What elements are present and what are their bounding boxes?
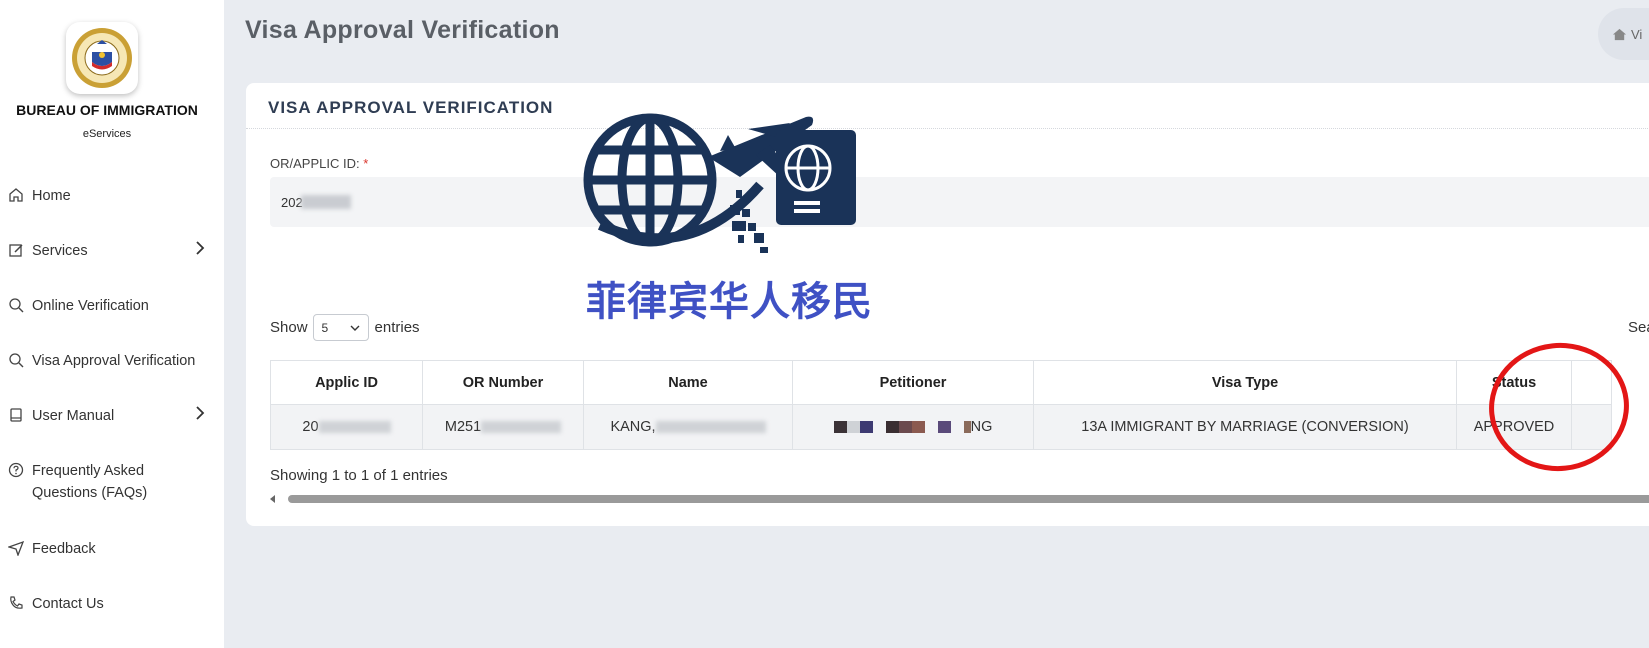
sidebar-item-services[interactable]: Services [8,240,214,262]
chevron-right-icon[interactable] [194,240,206,256]
search-icon [9,298,24,313]
column-header-petitioner[interactable]: Petitioner [792,360,1034,405]
column-header-visa-type[interactable]: Visa Type [1033,360,1457,405]
redacted-pixel [911,421,925,434]
petitioner-text: NG [970,419,993,435]
redacted-pixel [898,421,912,434]
book-icon [10,408,22,422]
column-header-or-number[interactable]: OR Number [422,360,584,405]
sidebar-item-home[interactable]: Home [8,185,214,207]
phone-icon [10,596,23,609]
sidebar-item-label: Feedback [32,541,96,557]
applic-id-text: 20 [302,419,319,435]
sidebar-item-label: Contact Us [32,596,104,612]
redacted-pixel [924,421,938,434]
entries-label: entries [374,319,420,336]
sidebar-item-visa-approval-verification[interactable]: Visa Approval Verification [8,350,214,372]
table-header-row: Applic ID OR Number Name Petitioner Visa… [270,360,1612,405]
cell-petitioner: NG [792,404,1034,450]
table-row: 20 M251 KANG, NG 13A IMMIGRANT BY MARRIA… [270,404,1612,450]
sidebar-item-label: User Manual [32,408,115,424]
sidebar-item-feedback[interactable]: Feedback [8,538,214,560]
field-label-text: OR/APPLIC ID: [270,156,364,171]
redacted-pixel [833,421,847,434]
sidebar-item-label: Home [32,188,71,204]
redacted-pixel [963,421,971,434]
cell-name: KANG, [583,404,793,450]
sidebar-item-label: Services [32,243,88,259]
table-info: Showing 1 to 1 of 1 entries [270,467,448,484]
or-applic-id-input[interactable] [270,177,1649,227]
or-applic-id-label: OR/APPLIC ID: * [270,156,368,171]
watermark-text: 菲律宾华人移民 [586,279,873,325]
sidebar-item-faqs[interactable]: Frequently Asked Questions (FAQs) [8,460,158,504]
sidebar-item-label: Online Verification [32,298,149,314]
scroll-left-arrow[interactable] [270,495,275,503]
results-table: Applic ID OR Number Name Petitioner Visa… [270,360,1612,450]
or-number-text: M251 [444,419,482,435]
sidebar-item-label: Visa Approval Verification [32,353,196,369]
sidebar-item-online-verification[interactable]: Online Verification [8,295,214,317]
page-length-control: Show 5 entries [270,314,420,341]
cell-applic-id: 20 [270,404,423,450]
edit-icon [9,244,23,257]
redacted-text [318,421,391,434]
passport-icon [776,130,856,225]
breadcrumb-label: Vi [1631,26,1643,42]
sidebar: BUREAU OF IMMIGRATION eServices Home Ser… [0,0,224,648]
cell-visa-type: 13A IMMIGRANT BY MARRIAGE (CONVERSION) [1033,404,1457,450]
brand-title: BUREAU OF IMMIGRATION [16,102,198,118]
redacted-text [655,421,766,434]
required-mark: * [363,156,369,171]
page-title: Visa Approval Verification [245,16,560,44]
sidebar-item-contact-us[interactable]: Contact Us [8,593,214,615]
redacted-pixel [846,421,860,434]
sidebar-item-label: Frequently Asked Questions (FAQs) [32,463,148,501]
chevron-down-icon [350,325,360,331]
redacted-pixel [859,421,873,434]
show-label: Show [270,319,308,336]
scrollbar-thumb[interactable] [288,495,1649,503]
page-size-select[interactable]: 5 [312,314,369,341]
cell-or-number: M251 [422,404,584,450]
verification-card: VISA APPROVAL VERIFICATION OR/APPLIC ID:… [246,83,1649,526]
redacted-pixel [885,421,899,434]
column-header-applic-id[interactable]: Applic ID [270,360,423,405]
search-label: Sea [1628,319,1649,336]
help-circle-icon [8,462,24,478]
brand-subtitle: eServices [82,128,132,140]
breadcrumb[interactable]: Vi [1598,8,1649,60]
horizontal-scrollbar[interactable] [270,494,1649,504]
redacted-pixel [937,421,951,434]
name-text: KANG, [610,419,656,435]
send-icon [8,540,24,556]
chevron-right-icon[interactable] [194,405,206,421]
card-title: VISA APPROVAL VERIFICATION [268,98,554,117]
search-icon [9,353,24,368]
redacted-value [301,195,351,209]
redacted-pixel [950,421,964,434]
column-header-name[interactable]: Name [583,360,793,405]
seal-icon [72,28,132,88]
redacted-pixel [872,421,886,434]
home-icon [9,188,23,202]
redacted-text [481,421,562,434]
page-size-value: 5 [321,320,329,335]
card-header: VISA APPROVAL VERIFICATION [246,83,1649,129]
home-icon [1612,28,1627,40]
sidebar-item-user-manual[interactable]: User Manual [8,405,214,427]
bureau-logo[interactable] [66,22,138,94]
